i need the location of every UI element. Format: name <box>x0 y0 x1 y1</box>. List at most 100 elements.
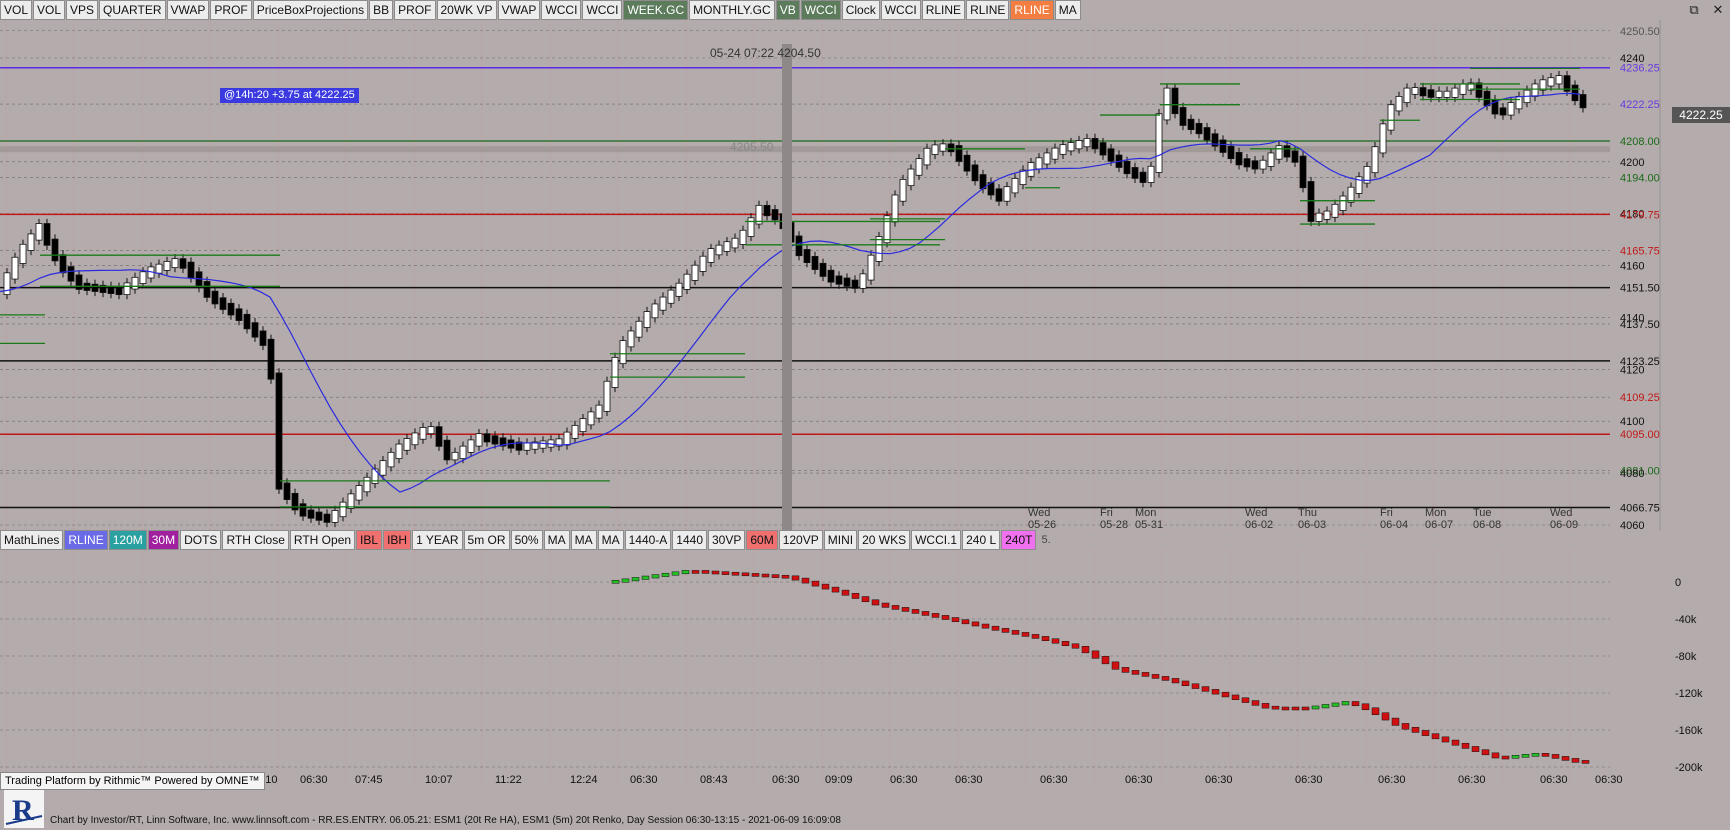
candle <box>795 235 803 257</box>
toolbar-button-1440[interactable]: 1440 <box>672 530 707 550</box>
date-label: 05-26 <box>1028 519 1056 530</box>
toolbar-button-30m[interactable]: 30M <box>147 530 180 550</box>
delta-bar <box>961 619 970 625</box>
toolbar-button-20-wks[interactable]: 20 WKS <box>858 530 911 550</box>
toolbar-button-rline[interactable]: RLINE <box>921 0 966 20</box>
toolbar-button-120vp[interactable]: 120VP <box>778 530 823 550</box>
current-price-tag: 4222.25 <box>1672 107 1730 123</box>
toolbar-button-clock[interactable]: Clock <box>841 0 880 20</box>
candle <box>1515 95 1523 110</box>
candle <box>1131 167 1139 179</box>
restore-icon[interactable]: ⧉ <box>1682 0 1706 20</box>
price-axis-label: 4200 <box>1620 157 1644 169</box>
delta-bar <box>1531 753 1540 757</box>
delta-bar <box>771 574 780 578</box>
toolbar-button-1-year[interactable]: 1 YEAR <box>412 530 463 550</box>
toolbar-button-ma[interactable]: MA <box>597 530 624 550</box>
toolbar-button-vb[interactable]: VB <box>775 0 800 20</box>
candle <box>243 313 251 330</box>
delta-bar <box>1141 672 1150 677</box>
toolbar-button-20wk-vp[interactable]: 20WK VP <box>436 0 497 20</box>
toolbar-button-vwap[interactable]: VWAP <box>497 0 541 20</box>
toolbar-button-prof[interactable]: PROF <box>210 0 252 20</box>
toolbar-button-30vp[interactable]: 30VP <box>708 530 746 550</box>
time-axis-label: 06:30 <box>1295 774 1323 786</box>
toolbar-button-vol[interactable]: VOL <box>33 0 66 20</box>
delta-bar <box>681 570 690 575</box>
candle <box>203 281 211 298</box>
toolbar-button-wcci[interactable]: WCCI <box>880 0 921 20</box>
candle <box>1339 195 1347 211</box>
delta-bar <box>1041 636 1050 642</box>
time-axis-label: 06:30 <box>1540 774 1568 786</box>
delta-bar <box>801 577 810 584</box>
close-icon[interactable]: ✕ <box>1706 0 1730 20</box>
candle <box>355 485 363 501</box>
candle <box>1259 159 1267 170</box>
toolbar-button-120m[interactable]: 120M <box>108 530 147 550</box>
toolbar-button-1440-a[interactable]: 1440-A <box>624 530 672 550</box>
toolbar-button-vps[interactable]: VPS <box>66 0 99 20</box>
toolbar-button-bb[interactable]: BB <box>369 0 394 20</box>
toolbar-button-240t[interactable]: 240T <box>1001 530 1037 550</box>
delta-bar <box>1361 703 1370 711</box>
toolbar-button-monthly-gc[interactable]: MONTHLY.GC <box>689 0 775 20</box>
candle <box>1323 210 1331 220</box>
rithmic-logo-icon: R <box>4 790 44 828</box>
delta-bar <box>1111 661 1120 670</box>
date-label: 06-07 <box>1425 519 1453 530</box>
toolbar-button-mini[interactable]: MINI <box>823 530 858 550</box>
toolbar-button-priceboxprojections[interactable]: PriceBoxProjections <box>252 0 369 20</box>
date-day-label: Fri <box>1380 507 1393 519</box>
toolbar-button-60m[interactable]: 60M <box>746 530 778 550</box>
candle <box>19 243 27 264</box>
cumulative-delta-chart[interactable]: 0-40k-80k-120k-160k-200k07:3806:3012:100… <box>0 550 1730 790</box>
toolbar-button-prof[interactable]: PROF <box>394 0 436 20</box>
toolbar-button-vwap[interactable]: VWAP <box>166 0 210 20</box>
candle <box>67 266 75 282</box>
toolbar-button-vol[interactable]: VOL <box>0 0 33 20</box>
candle <box>387 451 395 468</box>
toolbar-button-240-l[interactable]: 240 L <box>962 530 1001 550</box>
lower-axis-label: -200k <box>1675 762 1703 774</box>
toolbar-button-rth-close[interactable]: RTH Close <box>222 530 289 550</box>
candle <box>1283 145 1291 158</box>
candle <box>339 501 347 518</box>
toolbar-button-ma[interactable]: MA <box>1054 0 1081 20</box>
chart-credits: Chart by Investor/RT, Linn Software, Inc… <box>50 815 841 826</box>
candle <box>1555 75 1563 85</box>
candle <box>107 285 115 294</box>
candle <box>115 286 123 296</box>
date-label: 06-04 <box>1380 519 1408 530</box>
toolbar-button-ma[interactable]: MA <box>543 530 570 550</box>
toolbar-button-ibh[interactable]: IBH <box>383 530 412 550</box>
toolbar-button-rline[interactable]: RLINE <box>966 0 1010 20</box>
candle <box>955 145 963 162</box>
toolbar-button-mathlines[interactable]: MathLines <box>0 530 64 550</box>
toolbar-button-rline[interactable]: RLINE <box>1010 0 1054 20</box>
date-day-label: Wed <box>1028 507 1050 519</box>
delta-bar <box>821 583 830 590</box>
toolbar-button-rline[interactable]: RLINE <box>64 530 108 550</box>
candle <box>579 418 587 432</box>
toolbar-button-ma[interactable]: MA <box>570 530 597 550</box>
toolbar-button-quarter[interactable]: QUARTER <box>99 0 166 20</box>
delta-bar <box>761 573 770 578</box>
time-axis-label: 07:45 <box>355 774 383 786</box>
toolbar-button-wcci[interactable]: WCCI <box>541 0 582 20</box>
toolbar-button-wcci-1[interactable]: WCCI.1 <box>911 530 962 550</box>
toolbar-button-50-[interactable]: 50% <box>510 530 543 550</box>
toolbar-button-5m-or[interactable]: 5m OR <box>463 530 510 550</box>
lower-axis-label: -40k <box>1675 614 1697 626</box>
candle <box>1011 177 1019 194</box>
toolbar-button-dots[interactable]: DOTS <box>180 530 222 550</box>
candle <box>1387 104 1395 131</box>
toolbar-button-wcci[interactable]: WCCI <box>800 0 841 20</box>
toolbar-button-ibl[interactable]: IBL <box>356 530 383 550</box>
delta-bar <box>1311 705 1320 710</box>
toolbar-button-wcci[interactable]: WCCI <box>582 0 623 20</box>
toolbar-button-rth-open[interactable]: RTH Open <box>289 530 356 550</box>
toolbar-button-week-gc[interactable]: WEEK.GC <box>623 0 689 20</box>
candle <box>1059 144 1067 155</box>
candle <box>683 273 691 290</box>
